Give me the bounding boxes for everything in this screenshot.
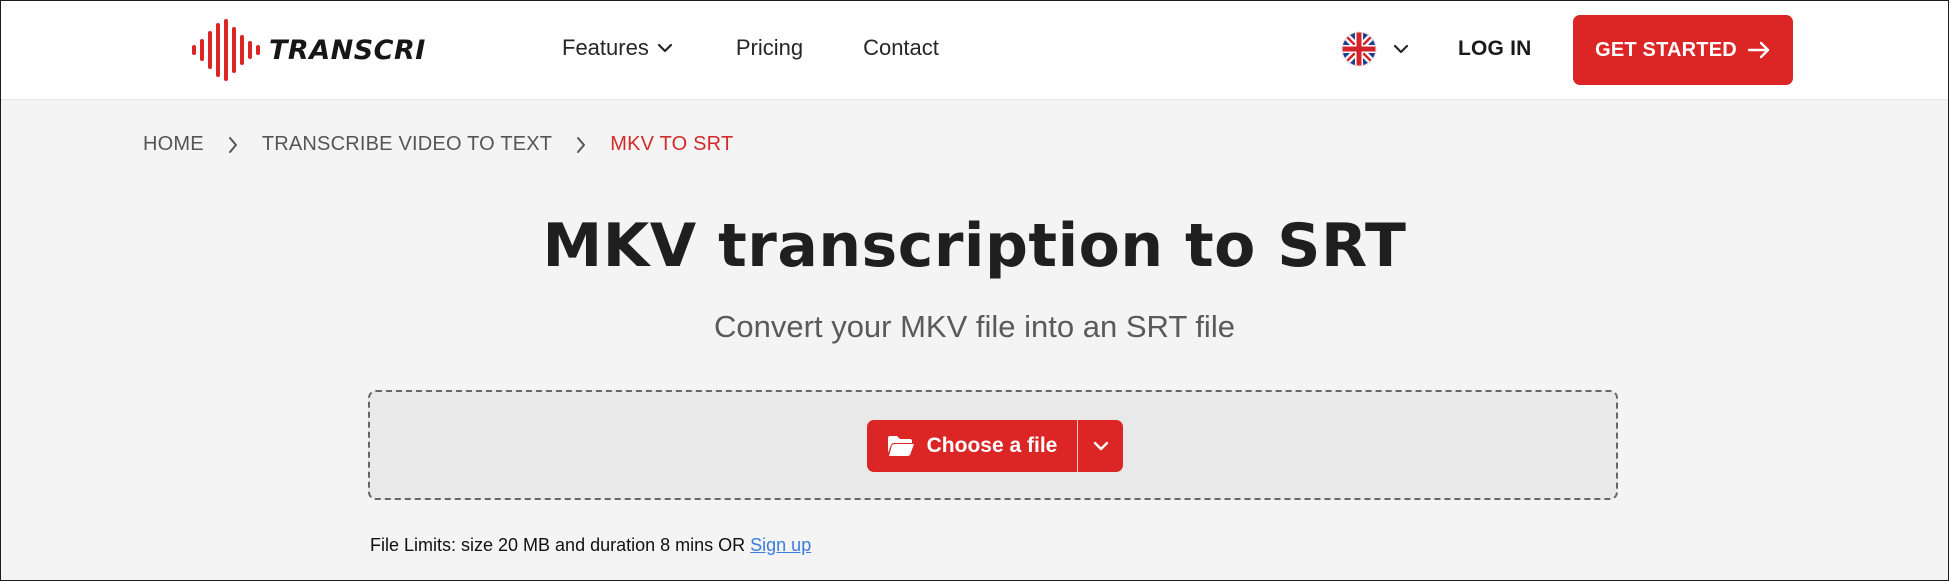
language-selector[interactable] xyxy=(1341,31,1409,67)
nav-contact-label: Contact xyxy=(863,35,939,60)
get-started-button[interactable]: GET STARTED xyxy=(1573,15,1793,85)
chevron-down-icon xyxy=(657,43,672,53)
nav-features[interactable]: Features xyxy=(562,35,673,61)
upload-options-dropdown[interactable] xyxy=(1078,420,1123,472)
nav-contact[interactable]: Contact xyxy=(863,35,939,61)
soundwave-logo-icon xyxy=(192,19,260,81)
choose-file-button[interactable]: Choose a file xyxy=(867,420,1077,472)
choose-file-label: Choose a file xyxy=(926,434,1058,457)
nav-pricing-label: Pricing xyxy=(735,35,804,60)
file-dropzone[interactable]: Choose a file xyxy=(368,390,1618,500)
chevron-right-icon xyxy=(228,136,238,154)
signup-link[interactable]: Sign up xyxy=(750,535,811,555)
breadcrumb-home[interactable]: HOME xyxy=(143,133,204,156)
choose-file-button-group: Choose a file xyxy=(867,420,1123,472)
page-title: MKV transcription to SRT xyxy=(542,211,1407,281)
logo-text: TRANSCRI xyxy=(269,34,426,66)
main-nav: Features Pricing Contact xyxy=(562,35,939,61)
breadcrumb-transcribe-video[interactable]: TRANSCRIBE VIDEO TO TEXT xyxy=(262,133,552,156)
page-subtitle: Convert your MKV file into an SRT file xyxy=(714,309,1235,344)
nav-features-label: Features xyxy=(562,35,649,60)
site-header: TRANSCRI Features Pricing Contact LOG IN… xyxy=(1,1,1948,100)
arrow-right-icon xyxy=(1747,41,1770,59)
chevron-down-icon xyxy=(1393,44,1409,54)
uk-flag-icon xyxy=(1341,31,1377,67)
logo[interactable]: TRANSCRI xyxy=(191,19,426,81)
nav-pricing[interactable]: Pricing xyxy=(736,35,803,61)
chevron-right-icon xyxy=(576,136,586,154)
get-started-label: GET STARTED xyxy=(1595,38,1737,61)
chevron-down-icon xyxy=(1093,441,1108,451)
breadcrumb-current: MKV TO SRT xyxy=(610,133,734,155)
file-limits-text: File Limits: size 20 MB and duration 8 m… xyxy=(370,535,751,555)
folder-open-icon xyxy=(887,436,914,456)
breadcrumb: HOME TRANSCRIBE VIDEO TO TEXT MKV TO SRT xyxy=(143,133,733,156)
file-limits-note: File Limits: size 20 MB and duration 8 m… xyxy=(370,535,811,556)
login-link[interactable]: LOG IN xyxy=(1458,37,1532,61)
